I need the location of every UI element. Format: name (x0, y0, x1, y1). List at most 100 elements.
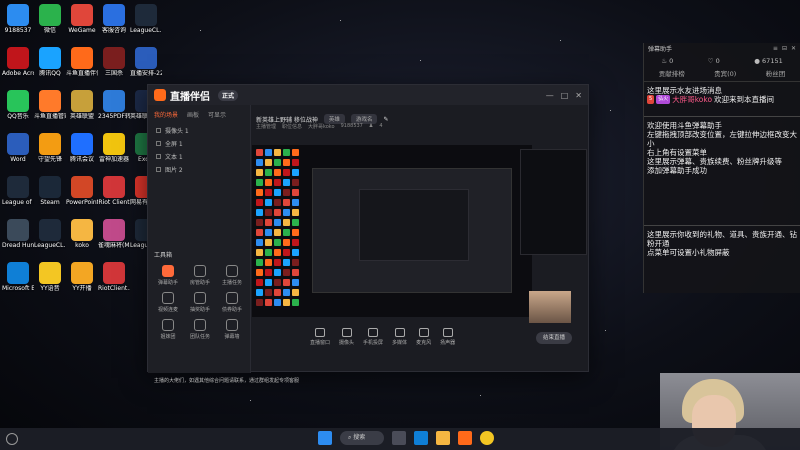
eye-icon[interactable] (156, 167, 161, 172)
desktop-icon[interactable]: YY开播 (66, 262, 98, 292)
desktop-icon[interactable]: League of Legends (2, 176, 34, 206)
preview-tile (256, 159, 263, 166)
desktop-icon[interactable]: Adobe Acrobat (2, 47, 34, 77)
eye-icon[interactable] (156, 154, 161, 159)
desktop-icon[interactable]: Dread Hunger (2, 219, 34, 249)
menu-icon[interactable]: ≡ (773, 45, 778, 52)
preview-tile (274, 229, 281, 236)
desktop-icon[interactable]: 腾讯QQ (34, 47, 66, 77)
eye-icon[interactable] (156, 141, 161, 146)
scene-item[interactable]: 摄像头 1 (148, 124, 250, 137)
desktop-icon[interactable]: koko (66, 219, 98, 249)
preview-tile (274, 299, 281, 306)
desktop-icon[interactable]: LeagueCL... - 快捷方式 (34, 219, 66, 249)
desktop-icon[interactable]: PowerPoint (66, 176, 98, 206)
yy-taskbar-icon[interactable] (480, 431, 494, 445)
desktop-icon[interactable]: YY语音 (34, 262, 66, 292)
stream-preview[interactable] (252, 145, 532, 317)
desktop-icon[interactable]: Steam (34, 176, 66, 206)
desktop-icon[interactable]: Word (2, 133, 34, 163)
desktop-icon[interactable]: QQ音乐 (2, 90, 34, 120)
preview-tile (283, 209, 290, 216)
maximize-icon[interactable]: □ (561, 91, 569, 100)
preview-tile (283, 279, 290, 286)
desktop-icon[interactable]: 2345PDF转换器 (98, 90, 130, 120)
task-view-icon[interactable] (392, 431, 406, 445)
tool-room-admin[interactable]: 房管助手 (184, 265, 216, 286)
preview-tile (274, 179, 281, 186)
chat-username[interactable]: 大胖哥koko (672, 95, 712, 104)
desktop-icon[interactable]: 斗鱼直播伴侣 (66, 47, 98, 77)
desktop-icon[interactable]: WeGame (66, 4, 98, 34)
preview-tile (274, 279, 281, 286)
chat-message[interactable]: 5 弘火 大胖哥koko 欢迎来到本直播间 (647, 95, 797, 104)
tab-contribution[interactable]: 贡献排榜 (659, 68, 685, 78)
scene-item[interactable]: 图片 2 (148, 163, 250, 176)
window-titlebar[interactable]: 直播伴侣 正式 — □ ✕ (148, 85, 588, 105)
desktop-icon[interactable]: 雀魂麻将(Mahjong...) (98, 219, 130, 249)
phone-cast-button[interactable]: 手机投屏 (363, 328, 383, 346)
desktop-icon[interactable]: 雷神加速器 (98, 133, 130, 163)
tool-video-link[interactable]: 视频连麦 (152, 292, 184, 313)
preview-tile (256, 219, 263, 226)
tab-fans[interactable]: 粉丝团 (766, 68, 786, 78)
widgets-icon[interactable] (6, 433, 18, 445)
mic-button[interactable]: 麦克风 (416, 328, 431, 346)
start-icon[interactable] (318, 431, 332, 445)
desktop-icon[interactable]: 守望先锋 (34, 133, 66, 163)
scene-item[interactable]: 全屏 1 (148, 137, 250, 150)
scene-item[interactable]: 文本 1 (148, 150, 250, 163)
app-icon (39, 176, 61, 198)
tab-scenes[interactable]: 我的场景 (154, 110, 178, 119)
search-box[interactable]: ⌕ 搜索 (340, 431, 384, 445)
tool-danmaku[interactable]: 弹幕助手 (152, 265, 184, 286)
minimize-icon[interactable]: — (546, 91, 554, 100)
desktop-icon[interactable]: Riot Client (98, 176, 130, 206)
edge-icon[interactable] (414, 431, 428, 445)
desktop-icon[interactable]: Microsoft Edge (2, 262, 34, 292)
live-companion-taskbar-icon[interactable] (458, 431, 472, 445)
desktop-icon[interactable]: 英雄联盟 (66, 90, 98, 120)
danmaku-titlebar[interactable]: 弹幕助手 ≡ ⊟ ✕ (644, 43, 800, 54)
tool-danmaku-wall[interactable]: 弹幕墙 (216, 319, 248, 340)
desktop-icon[interactable]: 三国杀 (98, 47, 130, 77)
camera-button[interactable]: 摄像头 (339, 328, 354, 346)
wall-icon (226, 319, 238, 331)
desktop-icon[interactable]: LeagueCL... - 快捷方式 (130, 4, 162, 34)
close-icon[interactable]: ✕ (575, 91, 582, 100)
desktop-icon[interactable]: RiotClient... - 快捷方式 (98, 262, 130, 292)
tool-bond[interactable]: 债券助手 (216, 292, 248, 313)
preview-tile (256, 149, 263, 156)
fire-icon: ● (754, 57, 760, 65)
tool-lottery[interactable]: 抽奖助手 (184, 292, 216, 313)
preview-tile (256, 209, 263, 216)
speaker-button[interactable]: 扬声器 (440, 328, 455, 346)
desktop-icon[interactable]: 斗鱼直播管家 (34, 90, 66, 120)
nested-preview (312, 168, 512, 293)
eye-icon[interactable] (156, 128, 161, 133)
desktop-icon[interactable]: 直播安排-221126... (130, 47, 162, 77)
desktop-icon[interactable]: 客服咨询 (98, 4, 130, 34)
tool-sisters[interactable]: 姐妹团 (152, 319, 184, 340)
edit-icon[interactable]: ✎ (383, 116, 388, 123)
desktop-icon[interactable]: 9188537 (2, 4, 34, 34)
media-button[interactable]: 多媒体 (392, 328, 407, 346)
preview-tile (256, 199, 263, 206)
go-live-button[interactable]: 结束直播 (536, 332, 572, 344)
tab-visible[interactable]: 可显示 (208, 110, 226, 119)
lock-icon[interactable]: ⊟ (782, 45, 787, 52)
tab-vip[interactable]: 贵宾(0) (714, 68, 736, 78)
folder-icon[interactable] (436, 431, 450, 445)
webcam-preview[interactable] (529, 291, 571, 323)
app-icon (71, 133, 93, 155)
tab-canvas[interactable]: 画板 (187, 110, 199, 119)
tool-team-task[interactable]: 团队任务 (184, 319, 216, 340)
desktop-icon[interactable]: 微信 (34, 4, 66, 34)
preview-tile (265, 159, 272, 166)
window-capture-button[interactable]: 直播窗口 (310, 328, 330, 346)
desktop-icon[interactable]: 腾讯会议 (66, 133, 98, 163)
tool-tasks[interactable]: 主播任务 (216, 265, 248, 286)
preview-tile (256, 259, 263, 266)
mic-icon (418, 328, 429, 337)
close-icon[interactable]: ✕ (791, 45, 796, 52)
